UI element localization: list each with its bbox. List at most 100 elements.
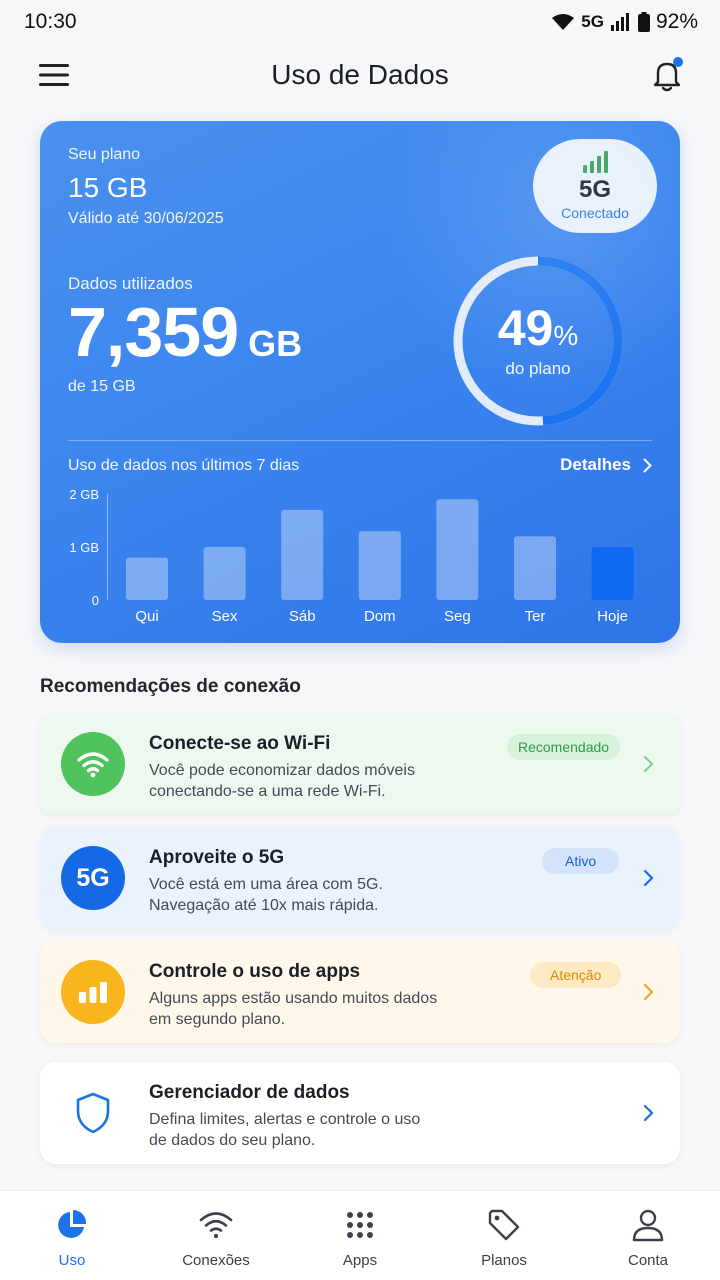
chevron-right-icon — [643, 983, 654, 1001]
recommendation-title: Conecte-se ao Wi-Fi — [149, 733, 331, 754]
apps-usage-icon-badge — [61, 960, 125, 1024]
y-tick-label: 1 GB — [69, 540, 99, 555]
used-data-unit: GB — [248, 323, 303, 364]
details-link[interactable]: Detalhes — [560, 455, 652, 475]
chevron-right-icon — [644, 756, 653, 772]
plan-total: de 15 GB — [68, 378, 136, 395]
network-status-label: 5G — [581, 12, 604, 31]
recommendation-apps[interactable]: Controle o uso de apps Alguns apps estão… — [40, 941, 680, 1043]
chart-bar — [358, 531, 401, 600]
description-line: Você está em uma área com 5G. — [149, 876, 383, 893]
chart-bar — [126, 557, 168, 600]
chart-bar — [514, 536, 556, 600]
plan-size: 15 GB — [68, 172, 148, 203]
battery-status-icon — [637, 12, 650, 32]
x-tick-label: Dom — [364, 608, 396, 625]
card-divider — [68, 440, 652, 441]
tab-label: Conta — [627, 1252, 669, 1269]
status-bar: 10:30 5G 92% — [0, 0, 720, 44]
tab-conta[interactable]: Conta — [576, 1191, 720, 1280]
app-header: Uso de Dados — [0, 44, 720, 106]
description-line: Navegação até 10x mais rápida. — [149, 897, 379, 914]
chart-bar — [281, 509, 324, 600]
y-tick-label: 2 GB — [69, 487, 99, 502]
description-line: em segundo plano. — [149, 1011, 286, 1028]
description-line: conectando-se a uma rede Wi-Fi. — [149, 783, 386, 800]
tab-label: Planos — [481, 1252, 527, 1269]
signal-bars-icon — [583, 151, 608, 173]
x-tick-label: Ter — [525, 608, 546, 625]
recommendation-title: Controle o uso de apps — [149, 961, 361, 982]
shield-icon — [76, 1092, 110, 1134]
data-manager-item[interactable]: Gerenciador de dados Defina limites, ale… — [40, 1062, 680, 1164]
tab-planos[interactable]: Planos — [432, 1191, 576, 1280]
x-tick-label: Hoje — [597, 608, 628, 625]
weekly-usage-chart: 2 GB 1 GB 0 Qui Sex Sáb Dom Seg Ter Hoje — [69, 487, 634, 625]
tab-label: Apps — [342, 1252, 378, 1269]
plan-label: Seu plano — [68, 146, 141, 163]
usage-percent-caption: do plano — [505, 359, 571, 378]
description-line: Alguns apps estão usando muitos dados — [149, 990, 438, 1007]
apps-grid-icon — [347, 1212, 373, 1238]
x-tick-label: Qui — [135, 608, 158, 625]
chevron-right-icon — [643, 1104, 654, 1122]
tab-label: Uso — [58, 1252, 86, 1269]
shield-icon-badge — [61, 1081, 125, 1145]
user-icon — [632, 1209, 664, 1242]
5g-icon-badge: 5G — [61, 846, 125, 910]
usage-percent: 49% — [450, 299, 626, 357]
recommendation-description: Você pode economizar dados móveis conect… — [149, 760, 469, 802]
recommendations-title: Recomendações de conexão — [40, 676, 301, 697]
usage-percent-sign: % — [553, 320, 579, 351]
recommendation-description: Alguns apps estão usando muitos dados em… — [149, 988, 469, 1030]
signal-status-icon — [610, 13, 629, 31]
chart-bar — [591, 547, 634, 600]
weekly-usage-label: Uso de dados nos últimos 7 dias — [68, 457, 300, 474]
chart-bar — [203, 547, 246, 600]
tab-uso[interactable]: Uso — [0, 1191, 144, 1280]
page-title: Uso de Dados — [271, 59, 449, 90]
chevron-right-icon — [643, 458, 652, 472]
5g-icon: 5G — [76, 863, 110, 892]
tab-label: Conexões — [182, 1252, 250, 1269]
description-line: Defina limites, alertas e controle o uso — [149, 1111, 421, 1128]
plan-summary-card: Seu plano 15 GB Válido até 30/06/2025 5G… — [40, 121, 680, 643]
wifi-icon — [199, 1212, 233, 1239]
bottom-tab-bar: Uso Conexões Apps Planos Conta — [0, 1190, 720, 1280]
wifi-icon-badge — [61, 732, 125, 796]
x-tick-label: Sex — [212, 608, 238, 625]
pie-chart-icon — [58, 1210, 87, 1238]
chart-bar — [436, 499, 479, 600]
network-type: 5G — [578, 176, 611, 203]
tab-apps[interactable]: Apps — [288, 1191, 432, 1280]
y-tick-label: 0 — [92, 593, 99, 608]
x-tick-label: Sáb — [289, 608, 316, 625]
used-data-number: 7,359 — [68, 293, 239, 371]
status-time: 10:30 — [24, 10, 77, 33]
recommendation-title: Gerenciador de dados — [149, 1082, 350, 1103]
usage-ring: 49% do plano — [450, 253, 626, 429]
tab-conexoes[interactable]: Conexões — [144, 1191, 288, 1280]
recommendation-wifi[interactable]: Conecte-se ao Wi-Fi Você pode economizar… — [40, 713, 680, 815]
description-line: de dados do seu plano. — [149, 1132, 316, 1149]
used-data-value: 7,359 GB — [68, 297, 302, 367]
wifi-icon — [77, 752, 109, 778]
menu-icon[interactable] — [38, 60, 70, 90]
tag-icon — [488, 1209, 520, 1241]
status-badge: Ativo — [542, 848, 620, 874]
notification-bell-icon[interactable] — [650, 56, 684, 94]
bar-chart-icon — [79, 982, 107, 1003]
plan-validity: Válido até 30/06/2025 — [68, 210, 224, 227]
used-data-label: Dados utilizados — [68, 274, 193, 293]
wifi-status-icon — [552, 14, 575, 30]
network-badge: 5G Conectado — [533, 139, 657, 233]
recommendation-5g[interactable]: 5G Aproveite o 5G Você está em uma área … — [40, 827, 680, 929]
recommendation-description: Você está em uma área com 5G. Navegação … — [149, 874, 469, 916]
details-label: Detalhes — [560, 455, 631, 474]
description-line: Você pode economizar dados móveis — [149, 762, 415, 779]
battery-percent: 92% — [655, 10, 698, 33]
status-icons: 5G 92% — [551, 10, 698, 34]
usage-percent-number: 49 — [497, 300, 554, 356]
recommendation-description: Defina limites, alertas e controle o uso… — [149, 1109, 469, 1151]
chevron-right-icon — [643, 869, 654, 887]
